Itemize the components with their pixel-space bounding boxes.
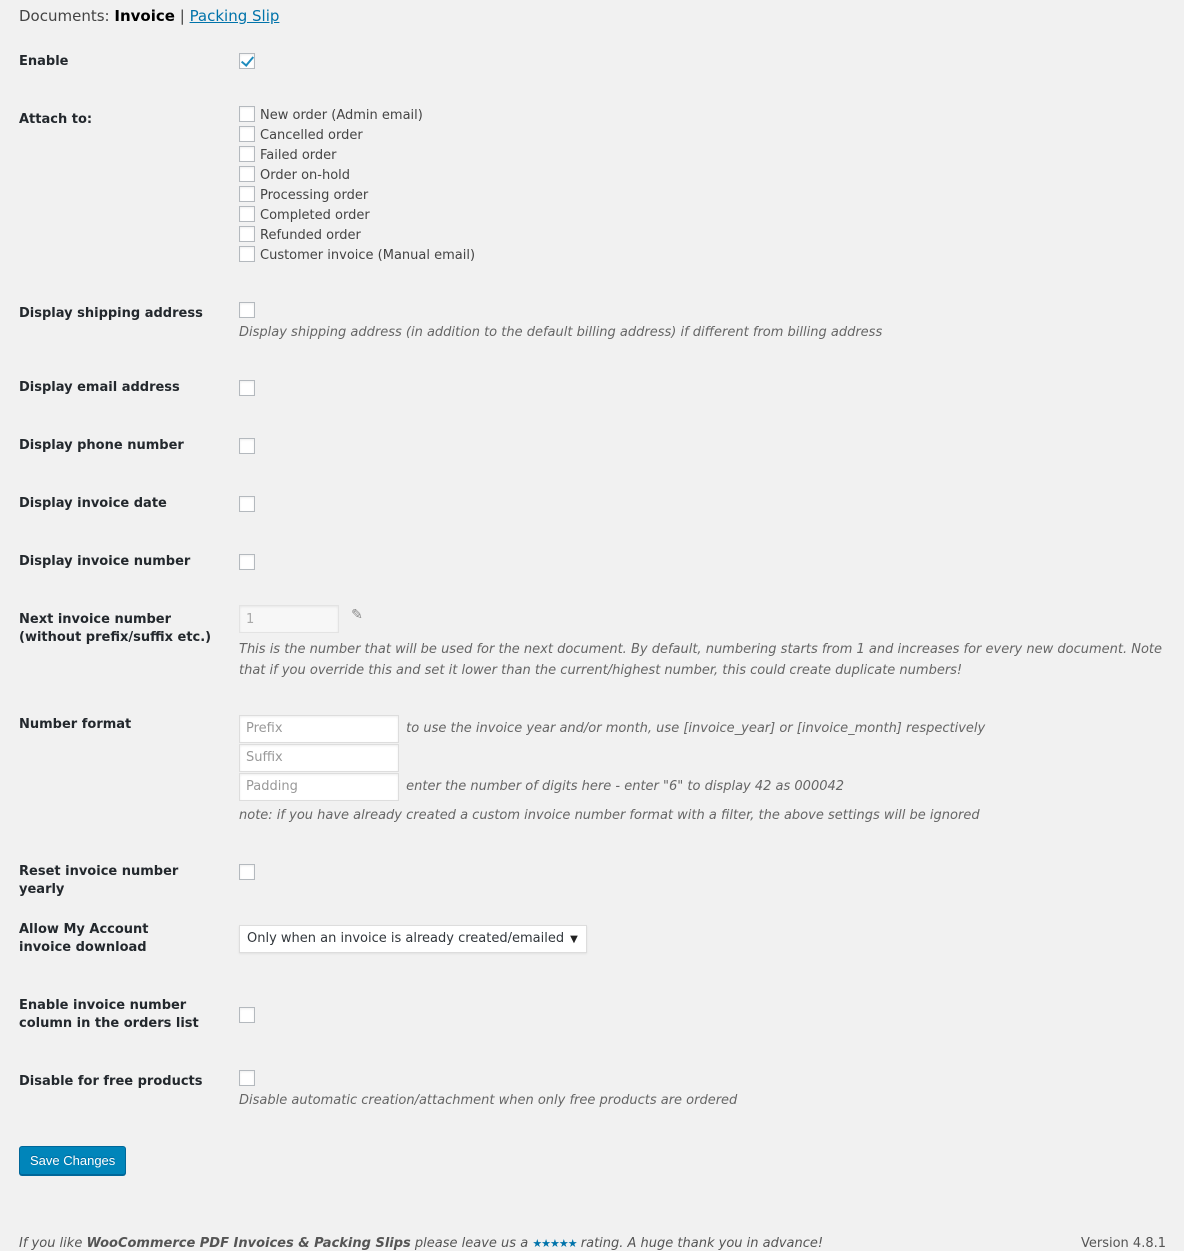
footer-text: rating. A huge thank you in advance! xyxy=(576,1236,824,1251)
padding-hint: enter the number of digits here - enter … xyxy=(406,779,845,794)
enable-checkbox[interactable] xyxy=(239,53,255,69)
documents-nav: Documents: Invoice | Packing Slip xyxy=(19,7,279,25)
attach-option-completed-order[interactable]: Completed order xyxy=(239,206,1169,226)
attach-checkbox[interactable] xyxy=(239,146,255,162)
version-text: Version 4.8.1 xyxy=(1080,1236,1166,1251)
padding-input[interactable] xyxy=(239,772,399,801)
attach-option-label: Processing order xyxy=(260,188,369,203)
prefix-hint: to use the invoice year and/or month, us… xyxy=(406,721,986,736)
save-changes-button[interactable]: Save Changes xyxy=(19,1146,127,1175)
display-invoice-date-label: Display invoice date xyxy=(19,496,167,511)
display-email-checkbox[interactable] xyxy=(239,380,255,396)
display-phone-checkbox[interactable] xyxy=(239,438,255,454)
attach-option-new-order[interactable]: New order (Admin email) xyxy=(239,106,1169,126)
documents-label: Documents: xyxy=(19,7,110,25)
attach-checkbox[interactable] xyxy=(239,186,255,202)
edit-pencil-icon[interactable]: ✎ xyxy=(351,607,363,623)
packing-slip-link[interactable]: Packing Slip xyxy=(190,7,280,25)
my-account-download-select[interactable]: Only when an invoice is already created/… xyxy=(239,925,587,953)
attach-checkbox[interactable] xyxy=(239,246,255,262)
my-account-download-label: Allow My Account invoice download xyxy=(19,922,149,955)
attach-option-label: Completed order xyxy=(260,208,370,223)
number-format-note: note: if you have already created a cust… xyxy=(239,808,980,823)
display-phone-label: Display phone number xyxy=(19,438,184,453)
attach-option-processing-order[interactable]: Processing order xyxy=(239,186,1169,206)
next-invoice-number-label: Next invoice number (without prefix/suff… xyxy=(19,612,212,645)
plugin-name: WooCommerce PDF Invoices & Packing Slips xyxy=(86,1236,411,1251)
attach-option-label: New order (Admin email) xyxy=(260,108,423,123)
attach-option-cancelled-order[interactable]: Cancelled order xyxy=(239,126,1169,146)
attach-option-on-hold[interactable]: Order on-hold xyxy=(239,166,1169,186)
attach-checkbox[interactable] xyxy=(239,206,255,222)
footer-rating-text: If you like WooCommerce PDF Invoices & P… xyxy=(19,1236,823,1251)
display-shipping-address-description: Display shipping address (in addition to… xyxy=(239,325,883,340)
select-value: Only when an invoice is already created/… xyxy=(247,931,565,946)
attach-option-refunded-order[interactable]: Refunded order xyxy=(239,226,1169,246)
nav-separator: | xyxy=(179,7,185,25)
next-invoice-number-description: This is the number that will be used for… xyxy=(239,642,1162,678)
attach-option-failed-order[interactable]: Failed order xyxy=(239,146,1169,166)
number-format-label: Number format xyxy=(19,717,132,732)
footer-text: If you like xyxy=(19,1236,87,1251)
current-document-invoice: Invoice xyxy=(114,7,175,25)
enable-label: Enable xyxy=(19,54,69,69)
display-invoice-number-label: Display invoice number xyxy=(19,554,191,569)
display-invoice-number-checkbox[interactable] xyxy=(239,554,255,570)
next-invoice-number-input[interactable] xyxy=(239,605,339,633)
attach-to-options: New order (Admin email) Cancelled order … xyxy=(239,106,1169,266)
disable-free-checkbox[interactable] xyxy=(239,1070,255,1086)
attach-option-label: Cancelled order xyxy=(260,128,363,143)
reset-yearly-checkbox[interactable] xyxy=(239,864,255,880)
attach-to-label: Attach to: xyxy=(19,112,93,127)
attach-option-customer-invoice[interactable]: Customer invoice (Manual email) xyxy=(239,246,1169,266)
attach-option-label: Customer invoice (Manual email) xyxy=(260,248,476,263)
suffix-input[interactable] xyxy=(239,743,399,772)
invoice-number-column-checkbox[interactable] xyxy=(239,1007,255,1023)
display-shipping-address-label: Display shipping address xyxy=(19,306,203,321)
invoice-number-column-label: Enable invoice number column in the orde… xyxy=(19,998,199,1031)
attach-checkbox[interactable] xyxy=(239,126,255,142)
attach-option-label: Failed order xyxy=(260,148,337,163)
display-invoice-date-checkbox[interactable] xyxy=(239,496,255,512)
attach-checkbox[interactable] xyxy=(239,106,255,122)
display-shipping-address-checkbox[interactable] xyxy=(239,302,255,318)
rating-stars-link[interactable]: ★★★★★ xyxy=(532,1237,577,1250)
dropdown-arrow-icon: ▼ xyxy=(570,934,578,945)
disable-free-label: Disable for free products xyxy=(19,1074,203,1089)
display-email-label: Display email address xyxy=(19,380,180,395)
attach-checkbox[interactable] xyxy=(239,226,255,242)
attach-option-label: Refunded order xyxy=(260,228,361,243)
attach-option-label: Order on-hold xyxy=(260,168,351,183)
reset-yearly-label: Reset invoice number yearly xyxy=(19,864,179,897)
attach-checkbox[interactable] xyxy=(239,166,255,182)
footer-text: please leave us a xyxy=(410,1236,533,1251)
disable-free-description: Disable automatic creation/attachment wh… xyxy=(239,1093,738,1108)
prefix-input[interactable] xyxy=(239,714,399,743)
